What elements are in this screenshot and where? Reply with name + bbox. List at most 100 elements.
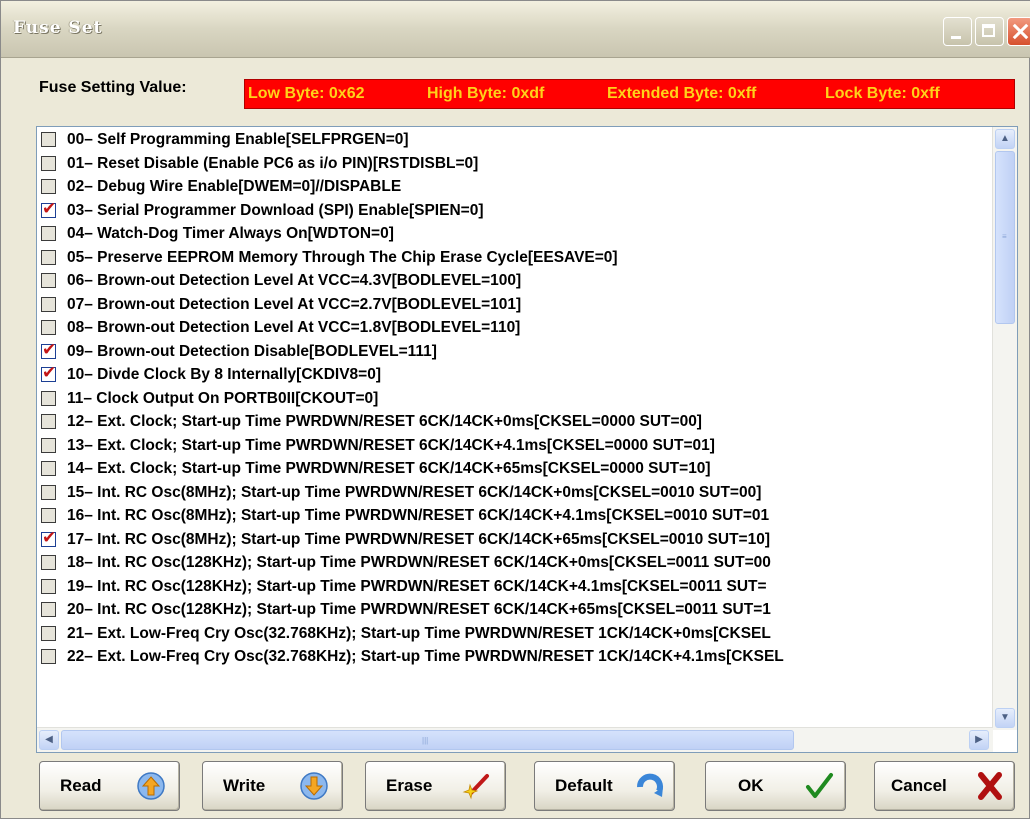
vertical-scroll-thumb[interactable]: ≡ <box>995 151 1015 324</box>
fuse-option-checkbox[interactable] <box>41 484 56 500</box>
fuse-option-checkbox[interactable] <box>41 414 56 429</box>
close-icon[interactable] <box>1007 17 1030 46</box>
fuse-option-row[interactable]: 07– Brown-out Detection Level At VCC=2.7… <box>37 294 993 317</box>
vertical-scrollbar[interactable]: ▲ ≡ ▼ <box>992 127 1017 730</box>
horizontal-scroll-thumb[interactable]: ||| <box>61 730 794 750</box>
fuse-option-checkbox[interactable] <box>41 179 56 194</box>
fuse-option-row[interactable]: 13– Ext. Clock; Start-up Time PWRDWN/RES… <box>37 435 993 458</box>
fuse-option-label: 05– Preserve EEPROM Memory Through The C… <box>67 248 618 266</box>
arrow-down-icon <box>300 772 328 800</box>
fuse-option-row[interactable]: 18– Int. RC Osc(128KHz); Start-up Time P… <box>37 552 993 575</box>
fuse-option-row[interactable]: 11– Clock Output On PORTB0II[CKOUT=0] <box>37 388 993 411</box>
fuse-option-checkbox[interactable] <box>41 461 56 476</box>
fuse-option-checkbox[interactable] <box>41 199 56 219</box>
fuse-option-label: 14– Ext. Clock; Start-up Time PWRDWN/RES… <box>67 460 711 477</box>
default-button-label: Default <box>555 776 613 795</box>
ok-button[interactable]: OK <box>705 761 846 811</box>
x-mark-icon <box>978 772 1002 800</box>
fuse-option-label: 11– Clock Output On PORTB0II[CKOUT=0] <box>67 389 379 407</box>
fuse-setting-label: Fuse Setting Value: <box>39 79 187 96</box>
fuse-option-checkbox[interactable] <box>41 625 56 641</box>
fuse-option-checkbox[interactable] <box>41 155 56 171</box>
fuse-option-label: 08– Brown-out Detection Level At VCC=1.8… <box>67 319 521 336</box>
fuse-option-row[interactable]: 04– Watch-Dog Timer Always On[WDTON=0] <box>37 223 993 246</box>
window-title: Fuse Set <box>13 18 103 38</box>
fuse-option-label: 01– Reset Disable (Enable PC6 as i/o PIN… <box>67 154 479 172</box>
title-bar[interactable]: Fuse Set <box>1 1 1030 58</box>
write-button-label: Write <box>223 776 266 795</box>
fuse-option-label: 02– Debug Wire Enable[DWEM=0]//DISPABLE <box>67 178 402 195</box>
fuse-option-checkbox[interactable] <box>41 132 56 147</box>
fuse-option-checkbox[interactable] <box>41 437 56 453</box>
fuse-option-row[interactable]: 01– Reset Disable (Enable PC6 as i/o PIN… <box>37 153 993 176</box>
fuse-option-checkbox[interactable] <box>41 296 56 312</box>
fuse-option-checkbox[interactable] <box>41 340 56 360</box>
fuse-set-dialog: Fuse Set Fuse Setting Value: Low Byte: 0… <box>0 0 1030 819</box>
fuse-option-label: 20– Int. RC Osc(128KHz); Start-up Time P… <box>67 601 771 618</box>
fuse-option-row[interactable]: 21– Ext. Low-Freq Cry Osc(32.768KHz); St… <box>37 623 993 646</box>
fuse-option-checkbox[interactable] <box>41 649 56 664</box>
lock-byte-value: Lock Byte: 0xff <box>825 85 940 102</box>
fuse-option-label: 10– Divde Clock By 8 Internally[CKDIV8=0… <box>67 366 381 383</box>
fuse-option-checkbox[interactable] <box>41 390 56 406</box>
fuse-setting-value: Low Byte: 0x62 High Byte: 0xdf Extended … <box>244 79 1015 109</box>
fuse-option-checkbox[interactable] <box>41 555 56 570</box>
arrow-up-icon <box>137 772 165 800</box>
fuse-option-label: 16– Int. RC Osc(8MHz); Start-up Time PWR… <box>67 507 770 524</box>
fuse-option-row[interactable]: 14– Ext. Clock; Start-up Time PWRDWN/RES… <box>37 458 993 481</box>
fuse-option-row[interactable]: 00– Self Programming Enable[SELFPRGEN=0] <box>37 129 993 152</box>
low-byte-value: Low Byte: 0x62 <box>248 85 365 102</box>
fuse-option-label: 18– Int. RC Osc(128KHz); Start-up Time P… <box>67 554 771 571</box>
fuse-option-row[interactable]: 16– Int. RC Osc(8MHz); Start-up Time PWR… <box>37 505 993 528</box>
cancel-button-label: Cancel <box>891 776 947 795</box>
write-button[interactable]: Write <box>202 761 343 811</box>
fuse-option-row[interactable]: 05– Preserve EEPROM Memory Through The C… <box>37 247 993 270</box>
fuse-option-row[interactable]: 06– Brown-out Detection Level At VCC=4.3… <box>37 270 993 293</box>
fuse-option-label: 15– Int. RC Osc(8MHz); Start-up Time PWR… <box>67 483 762 501</box>
fuse-option-label: 21– Ext. Low-Freq Cry Osc(32.768KHz); St… <box>67 624 771 642</box>
fuse-option-row[interactable]: 10– Divde Clock By 8 Internally[CKDIV8=0… <box>37 363 993 387</box>
default-button[interactable]: Default <box>534 761 675 811</box>
fuse-option-checkbox[interactable] <box>41 226 56 241</box>
erase-button[interactable]: Erase <box>365 761 506 811</box>
fuse-option-checkbox[interactable] <box>41 602 56 617</box>
fuse-option-row[interactable]: 17– Int. RC Osc(8MHz); Start-up Time PWR… <box>37 528 993 552</box>
fuse-option-row[interactable]: 12– Ext. Clock; Start-up Time PWRDWN/RES… <box>37 411 993 434</box>
fuse-option-row[interactable]: 09– Brown-out Detection Disable[BODLEVEL… <box>37 340 993 364</box>
scroll-right-icon[interactable]: ▶ <box>969 730 989 750</box>
fuse-option-checkbox[interactable] <box>41 578 56 594</box>
cancel-button[interactable]: Cancel <box>874 761 1015 811</box>
fuse-option-row[interactable]: 22– Ext. Low-Freq Cry Osc(32.768KHz); St… <box>37 646 993 669</box>
fuse-option-row[interactable]: 08– Brown-out Detection Level At VCC=1.8… <box>37 317 993 340</box>
fuse-option-label: 00– Self Programming Enable[SELFPRGEN=0] <box>67 131 409 148</box>
read-button-label: Read <box>60 776 102 795</box>
scroll-down-icon[interactable]: ▼ <box>995 708 1015 728</box>
fuse-option-row[interactable]: 15– Int. RC Osc(8MHz); Start-up Time PWR… <box>37 482 993 505</box>
checkmark-icon <box>806 773 833 798</box>
extended-byte-value: Extended Byte: 0xff <box>607 85 757 102</box>
fuse-option-label: 12– Ext. Clock; Start-up Time PWRDWN/RES… <box>67 413 702 430</box>
horizontal-scrollbar[interactable]: ◀ ||| ▶ <box>37 727 993 752</box>
fuse-option-label: 09– Brown-out Detection Disable[BODLEVEL… <box>67 342 437 360</box>
fuse-option-checkbox[interactable] <box>41 528 56 548</box>
fuse-options-list[interactable]: 00– Self Programming Enable[SELFPRGEN=0]… <box>36 126 1018 753</box>
fuse-option-row[interactable]: 20– Int. RC Osc(128KHz); Start-up Time P… <box>37 599 993 622</box>
fuse-option-checkbox[interactable] <box>41 320 56 335</box>
fuse-option-label: 19– Int. RC Osc(128KHz); Start-up Time P… <box>67 577 767 595</box>
scroll-left-icon[interactable]: ◀ <box>39 730 59 750</box>
read-button[interactable]: Read <box>39 761 180 811</box>
magic-wand-icon <box>462 774 489 800</box>
fuse-option-label: 07– Brown-out Detection Level At VCC=2.7… <box>67 295 522 313</box>
fuse-option-row[interactable]: 19– Int. RC Osc(128KHz); Start-up Time P… <box>37 576 993 599</box>
maximize-icon[interactable] <box>975 17 1004 46</box>
fuse-option-checkbox[interactable] <box>41 249 56 265</box>
scroll-up-icon[interactable]: ▲ <box>995 129 1015 149</box>
fuse-option-row[interactable]: 02– Debug Wire Enable[DWEM=0]//DISPABLE <box>37 176 993 199</box>
fuse-option-label: 22– Ext. Low-Freq Cry Osc(32.768KHz); St… <box>67 648 784 665</box>
fuse-option-label: 17– Int. RC Osc(8MHz); Start-up Time PWR… <box>67 530 770 548</box>
fuse-option-checkbox[interactable] <box>41 363 56 383</box>
fuse-option-checkbox[interactable] <box>41 273 56 288</box>
fuse-option-row[interactable]: 03– Serial Programmer Download (SPI) Ena… <box>37 199 993 223</box>
fuse-option-checkbox[interactable] <box>41 508 56 523</box>
minimize-icon[interactable] <box>943 17 972 46</box>
